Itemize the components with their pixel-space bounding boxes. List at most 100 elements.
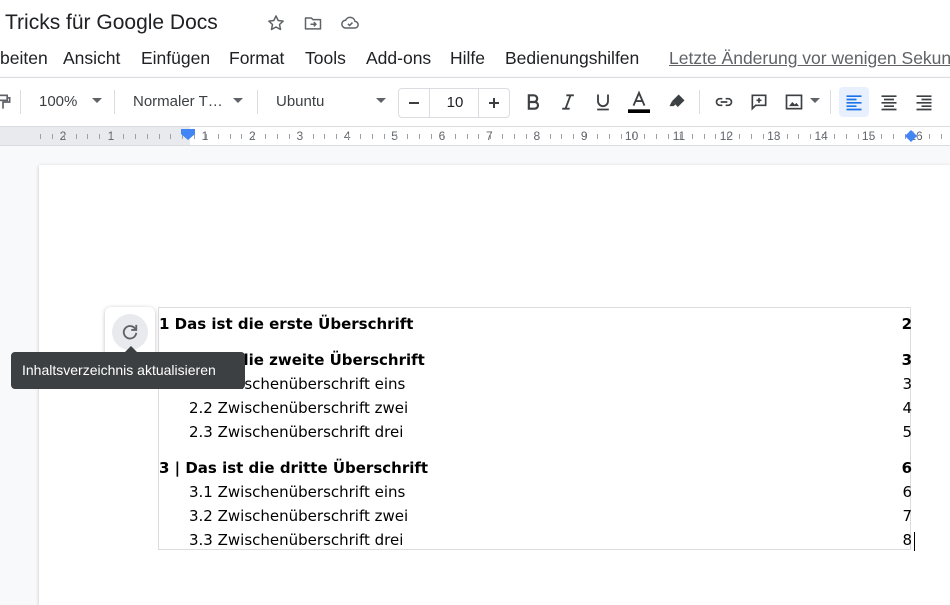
insert-link-icon[interactable] [711, 89, 737, 115]
title-bar: Tricks für Google Docs [0, 0, 950, 44]
ruler-tick [822, 134, 824, 139]
toolbar-separator [699, 90, 700, 114]
paint-format-icon[interactable] [0, 89, 16, 115]
toc-entry[interactable]: 3.3 Zwischenüberschrift drei 8 [159, 529, 915, 553]
ruler: 2112345678910111213141516 [0, 126, 950, 146]
ruler-tick [158, 134, 160, 139]
ruler-tick [798, 134, 800, 139]
ruler-tick [51, 134, 53, 139]
ruler-tick [241, 134, 243, 139]
ruler-tick [253, 134, 255, 139]
toc-entry-text: 3 | Das ist die dritte Überschrift [159, 459, 429, 477]
toc-entry-text: 3.2 Zwischenüberschrift zwei [189, 507, 409, 525]
toc-entry[interactable]: 3.1 Zwischenüberschrift eins 6 [159, 481, 912, 505]
chevron-down-icon [92, 98, 102, 103]
ruler-tick [715, 134, 717, 139]
bold-icon[interactable] [520, 89, 546, 115]
highlight-icon[interactable] [664, 89, 690, 115]
italic-icon[interactable] [555, 89, 581, 115]
align-center-icon[interactable] [876, 89, 902, 115]
menu-ansicht[interactable]: Ansicht [63, 48, 120, 69]
ruler-tick [265, 134, 267, 139]
toolbar-separator [114, 90, 115, 114]
ruler-tick [288, 134, 290, 139]
toc-entry[interactable]: 3.2 Zwischenüberschrift zwei 7 [159, 505, 912, 529]
ruler-tick [561, 134, 563, 139]
ruler-tick [419, 134, 421, 139]
add-comment-icon[interactable] [746, 89, 772, 115]
ruler-tick [608, 134, 610, 139]
ruler-tick [893, 134, 895, 139]
ruler-tick [312, 134, 314, 139]
right-indent-marker-icon[interactable] [905, 130, 917, 142]
cloud-saved-icon[interactable] [339, 12, 361, 34]
font-select[interactable]: Ubuntu [276, 93, 324, 110]
star-icon[interactable] [265, 12, 287, 34]
toc-entry-page: 5 [902, 423, 912, 441]
menu-add-ons[interactable]: Add-ons [366, 48, 431, 69]
ruler-tick [869, 134, 871, 139]
ruler-tick [833, 134, 835, 139]
align-left-icon[interactable] [839, 87, 869, 117]
ruler-tick [324, 134, 326, 139]
refresh-toc-button[interactable] [112, 314, 148, 350]
last-edit-link[interactable]: Letzte Änderung vor wenigen Sekunden [669, 48, 950, 69]
toc-entry[interactable]: 1 Das ist die erste Überschrift 2 [159, 313, 912, 337]
menu-hilfe[interactable]: Hilfe [450, 48, 485, 69]
font-size-value: 10 [446, 94, 464, 111]
document-title[interactable]: Tricks für Google Docs [5, 11, 218, 35]
toc-entry-page: 3 [902, 375, 912, 393]
toc-entry-page: 7 [902, 507, 912, 525]
text-color-icon[interactable] [626, 89, 652, 115]
ruler-tick [134, 134, 136, 139]
ruler-tick [620, 134, 622, 139]
toc-entry-page: 4 [902, 399, 912, 417]
ruler-tick [99, 134, 101, 139]
ruler-tick [229, 134, 231, 139]
refresh-icon [122, 324, 138, 340]
menu-bedienungshilfen[interactable]: Bedienungshilfen [505, 48, 639, 69]
ruler-tick [170, 134, 172, 139]
align-right-icon[interactable] [911, 89, 937, 115]
toc-entry-text: 3.3 Zwischenüberschrift drei [189, 531, 404, 549]
paragraph-style-select[interactable]: Normaler T… [133, 93, 223, 110]
toc-entry-page: 2 [901, 315, 912, 333]
underline-icon[interactable] [590, 89, 616, 115]
toc-entry-text: 2.3 Zwischenüberschrift drei [189, 423, 404, 441]
toc-entry-text: 2.2 Zwischenüberschrift zwei [189, 399, 409, 417]
font-size-field[interactable]: 10 [429, 88, 479, 118]
move-folder-icon[interactable] [302, 12, 324, 34]
toc-entry[interactable]: 2.2 Zwischenüberschrift zwei 4 [159, 397, 912, 421]
ruler-tick [348, 134, 350, 139]
table-of-contents[interactable]: 1 Das ist die erste Überschrift 2 2 Das … [158, 307, 915, 553]
toolbar-separator [830, 90, 831, 114]
toc-entry-page: 3 [901, 351, 912, 369]
decrease-font-size-button[interactable] [401, 90, 427, 116]
toc-entry[interactable]: 2.3 Zwischenüberschrift drei 5 [159, 421, 912, 445]
ruler-tick [585, 134, 587, 139]
increase-font-size-button[interactable] [481, 90, 507, 116]
insert-image-icon[interactable] [781, 89, 807, 115]
font-size-control: 10 [398, 88, 510, 118]
toc-entry[interactable]: 2 Das ist die zweite Überschrift 3 [159, 349, 912, 373]
ruler-tick [146, 134, 148, 139]
toolbar: 100% Normaler T… Ubuntu 10 [0, 78, 950, 126]
ruler-tick [277, 134, 278, 139]
menu-format[interactable]: Format [229, 48, 284, 69]
chevron-down-icon[interactable] [810, 98, 820, 103]
ruler-tick [122, 134, 124, 139]
ruler-tick [371, 134, 373, 139]
first-line-indent-marker-icon[interactable] [181, 129, 195, 141]
ruler-tick [632, 134, 634, 139]
zoom-select[interactable]: 100% [39, 93, 77, 110]
ruler-tick [751, 134, 752, 139]
ruler-tick [940, 134, 942, 139]
ruler-tick [573, 134, 575, 139]
menu-tools[interactable]: Tools [305, 48, 346, 69]
menu-bearbeiten[interactable]: beiten [0, 48, 48, 69]
menu-einfuegen[interactable]: Einfügen [141, 48, 210, 69]
toc-entry[interactable]: 2.1 Zwischenüberschrift eins 3 [159, 373, 912, 397]
ruler-tick [466, 134, 468, 139]
chevron-down-icon [233, 98, 243, 103]
toc-entry[interactable]: 3 | Das ist die dritte Überschrift 6 [159, 457, 912, 481]
